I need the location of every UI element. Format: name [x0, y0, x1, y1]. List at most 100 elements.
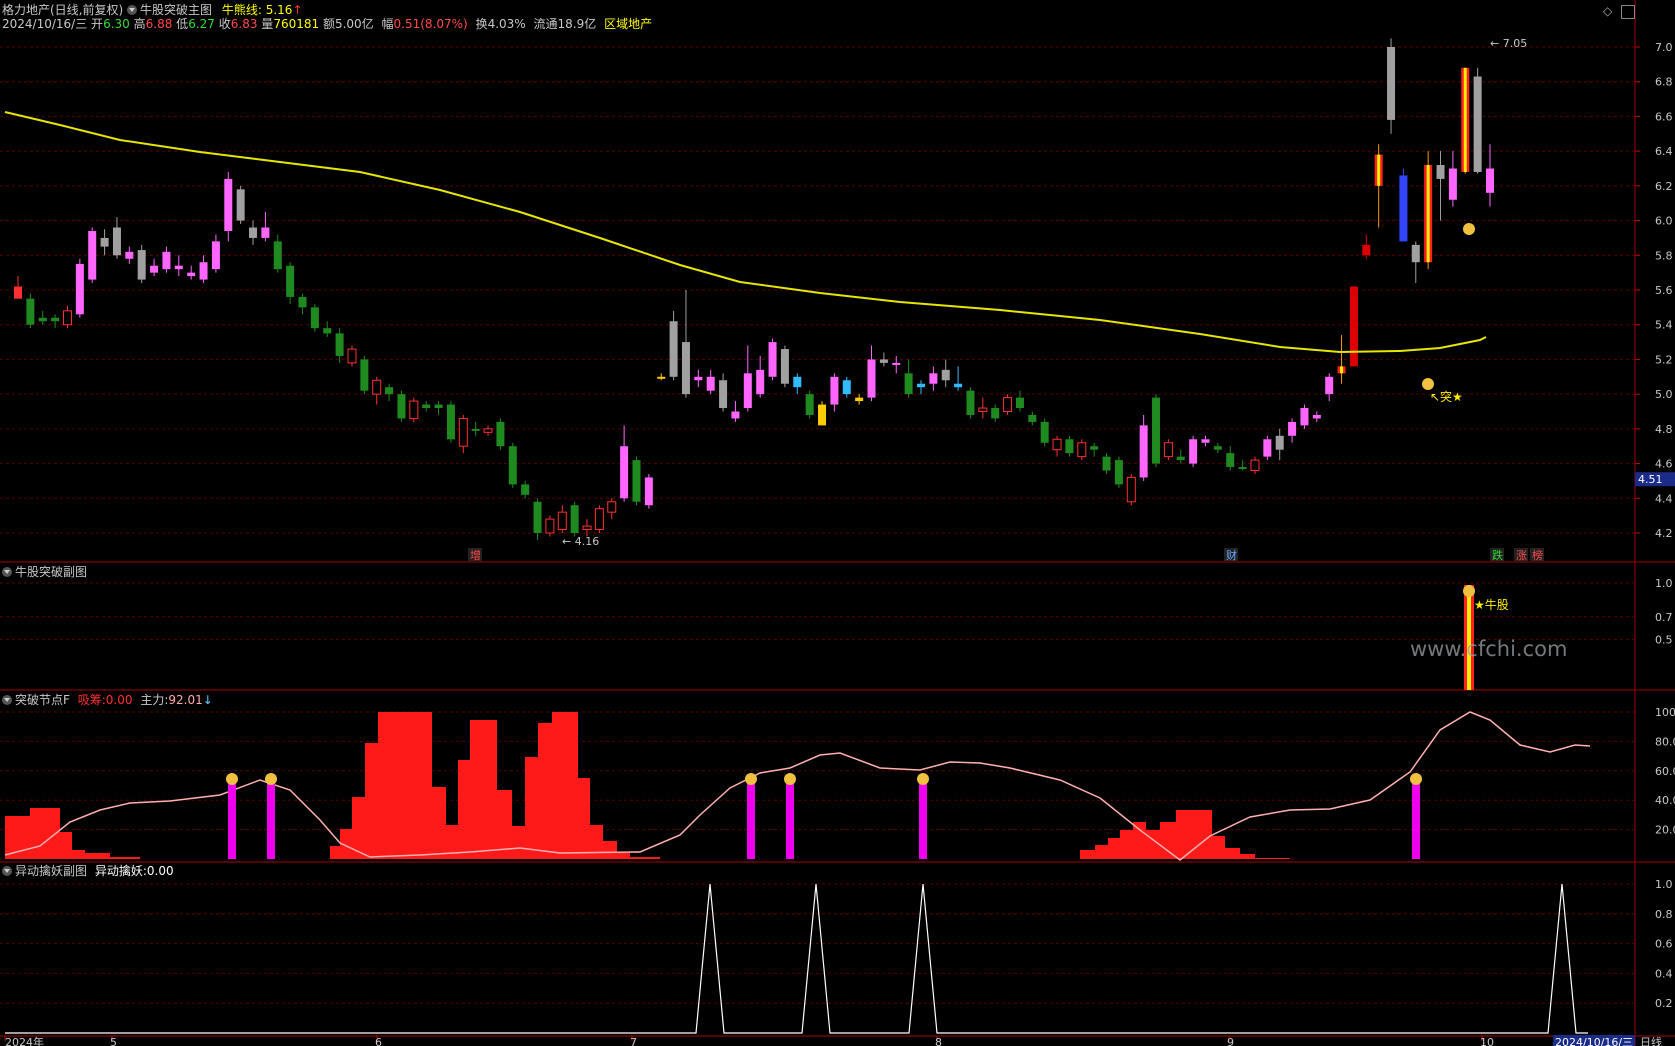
money-bag-icon: [226, 773, 238, 785]
candle-body: [360, 359, 369, 391]
candle-body: [818, 404, 827, 426]
stock-name[interactable]: 格力地产(日线,前复权): [2, 3, 123, 17]
dropdown-icon[interactable]: [2, 866, 12, 876]
candle-body: [1077, 442, 1087, 458]
candle-body: [1399, 175, 1408, 242]
volume-label: 量: [261, 17, 274, 31]
candle-body: [75, 263, 84, 315]
candle-body: [694, 376, 703, 381]
candle-body: [991, 408, 1000, 419]
panel4-header: 异动擒妖副图 异动擒妖:0.00: [2, 864, 174, 878]
diamond-icon[interactable]: ◇: [1603, 5, 1615, 17]
candle-body: [545, 518, 555, 534]
candle-body: [409, 400, 419, 419]
candle-body: [62, 310, 72, 326]
candle-body: [1102, 456, 1111, 471]
candle-body: [533, 501, 542, 533]
panel2-header: 牛股突破副图: [2, 565, 87, 579]
panel4-y-tick-label: 0.6: [1655, 938, 1673, 951]
candle-body: [1152, 397, 1161, 464]
candle-body: [38, 317, 47, 322]
candle-body: [1250, 459, 1260, 472]
candle-body: [335, 333, 344, 356]
event-label: 财: [1226, 548, 1237, 562]
candle-body: [1139, 425, 1148, 478]
candle-body: [310, 307, 319, 329]
low-label: 低: [176, 17, 189, 31]
candle-body: [323, 328, 332, 334]
panel4-y-tick-label: 0.2: [1655, 997, 1673, 1010]
candle-body: [1003, 397, 1013, 413]
open-value: 6.30: [103, 17, 130, 31]
candle-body: [1362, 244, 1371, 256]
money-bag-icon: [1410, 773, 1422, 785]
dropdown-icon[interactable]: [2, 695, 12, 705]
candle-body: [1028, 414, 1037, 422]
panel2-title[interactable]: 牛股突破副图: [15, 565, 87, 579]
candle-body: [719, 380, 728, 409]
panel3-y-tick-label: 100.: [1655, 706, 1675, 719]
close-label: 收: [218, 17, 231, 31]
main-y-tick-label: 7.0: [1655, 41, 1673, 54]
candle-body: [780, 349, 789, 384]
panel3-header: 突破节点F 吸筹:0.00 主力:92.01↓: [2, 693, 213, 707]
candle-body: [1288, 421, 1297, 436]
current-price-tag-text: 4.51: [1638, 473, 1663, 486]
candle-body: [1448, 168, 1457, 200]
high-price-marker: ← 7.05: [1490, 37, 1527, 50]
candle-body: [137, 250, 146, 280]
candle-body: [236, 189, 245, 221]
bull-line-value: 牛熊线: 5.16: [221, 3, 293, 17]
candle-body: [88, 230, 97, 280]
candle-body: [249, 227, 258, 238]
x-axis-label: 7: [630, 1036, 637, 1046]
current-date-tag-text: 2024/10/16/三: [1555, 1036, 1633, 1046]
breakout-signal-bar: [1412, 781, 1420, 859]
candle-body: [1263, 439, 1272, 457]
dropdown-icon[interactable]: [2, 567, 12, 577]
candle-body: [743, 373, 752, 409]
amount-value: 额5.00亿: [322, 17, 374, 31]
breakout-signal-bar: [919, 781, 927, 859]
candle-body: [929, 373, 938, 384]
window-toggle-icon[interactable]: [1621, 5, 1635, 19]
candle-body: [422, 404, 431, 409]
panel3-title[interactable]: 突破节点F: [15, 693, 70, 707]
x-axis-label: 8: [935, 1036, 942, 1046]
absorb-label: 吸筹:: [77, 693, 106, 707]
candle-body: [347, 348, 357, 364]
event-label: 榜: [1532, 548, 1543, 562]
panel4-title[interactable]: 异动擒妖副图: [15, 864, 87, 878]
header-row-2: 2024/10/16/三 开6.30 高6.88 低6.27 收6.83 量76…: [2, 17, 652, 31]
candle-body: [471, 428, 480, 431]
high-value: 6.88: [145, 17, 173, 31]
chart-canvas[interactable]: ★牛股 7.0 6.8 6.6 6.4 6.2 6.0 5.8 5.6 5.4 5.2 5.0 4.8…: [0, 0, 1675, 1046]
candle-body: [224, 178, 233, 231]
open-label: 开: [91, 17, 104, 31]
candle-body: [1163, 442, 1173, 458]
candle-body: [199, 262, 208, 280]
candle-body: [125, 251, 134, 259]
candle-body: [286, 265, 295, 297]
candle-body: [681, 342, 690, 395]
change-value: 0.51(8.07%): [393, 17, 468, 31]
candle-body: [187, 272, 196, 277]
candle-body: [1126, 476, 1136, 503]
indicator-name[interactable]: 牛股突破主图: [140, 3, 212, 17]
candle-body: [162, 251, 171, 270]
main-y-tick-label: 6.2: [1655, 180, 1673, 193]
candle-body: [14, 286, 22, 299]
candle-body: [756, 369, 765, 395]
candle-body: [298, 296, 307, 308]
candle-body: [1238, 467, 1247, 470]
sector-name[interactable]: 区域地产: [604, 17, 652, 31]
candle-body: [805, 394, 814, 415]
change-label: 幅: [381, 17, 394, 31]
candle-body: [26, 298, 35, 325]
main-y-tick-label: 5.4: [1655, 319, 1673, 332]
breakout-signal-bar: [228, 781, 236, 859]
dropdown-icon[interactable]: [127, 5, 138, 15]
candle-body: [978, 407, 988, 412]
main-y-tick-label: 5.8: [1655, 249, 1673, 262]
event-label: 增: [470, 548, 481, 562]
